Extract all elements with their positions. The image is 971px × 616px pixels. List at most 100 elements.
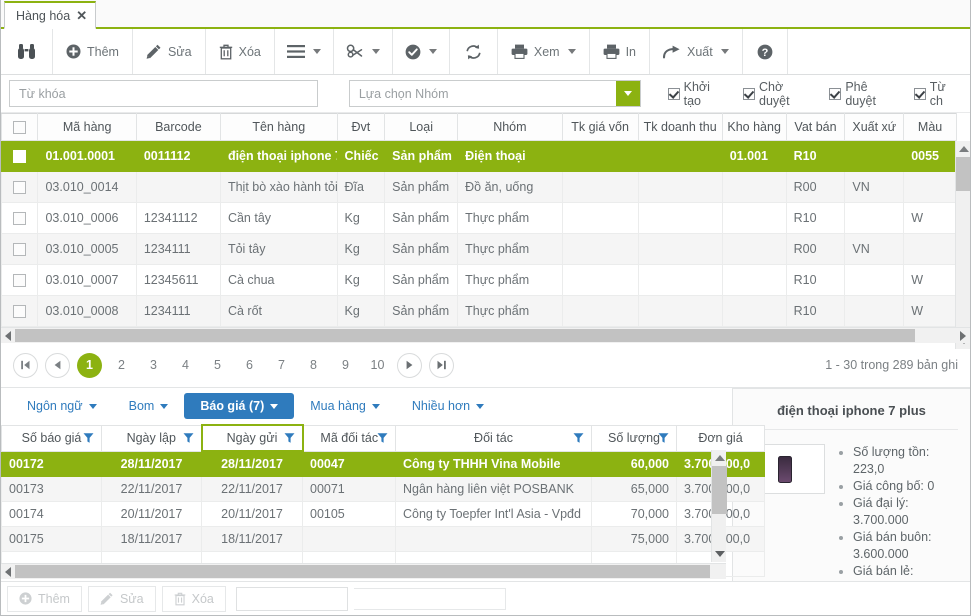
approve-button[interactable] [393,29,450,74]
page-next-button[interactable] [397,352,422,378]
table-row[interactable]: 03.010_0014 Thịt bò xào hành tỏi Đĩa Sản… [1,171,957,203]
checkbox-box[interactable] [667,87,680,100]
col-nhom[interactable]: Nhóm [457,113,563,141]
filter-icon[interactable] [377,433,388,444]
scroll-left-icon[interactable] [1,566,15,577]
checkbox-box[interactable] [743,87,755,100]
col-ma-doi-tac[interactable]: Mã đối tác [302,424,396,452]
grid-vertical-scrollbar[interactable] [955,141,970,349]
scroll-right-icon[interactable] [956,330,970,341]
page-prev-button[interactable] [45,352,70,378]
page-3[interactable]: 3 [141,353,166,378]
scroll-up-icon[interactable] [956,141,970,157]
keyword-input[interactable]: Từ khóa [9,80,318,107]
row-checkbox-cell[interactable] [1,171,39,203]
bottom-input-left[interactable] [235,586,348,611]
col-ngay-gui[interactable]: Ngày gửi [200,424,304,452]
row-checkbox-cell[interactable] [1,233,39,265]
checkbox-box[interactable] [913,87,926,100]
quotes-horizontal-scrollbar[interactable] [1,563,726,579]
col-don-gia[interactable]: Đơn giá [676,424,765,452]
hscroll-thumb[interactable] [15,565,710,578]
view-button[interactable]: Xem [498,29,590,74]
col-tk-doanh-thu[interactable]: Tk doanh thu [637,113,723,141]
subtab-mua-hang[interactable]: Mua hàng [294,393,396,419]
col-ten-hang[interactable]: Tên hàng [219,113,338,141]
page-4[interactable]: 4 [173,353,198,378]
col-ma-hang[interactable]: Mã hàng [37,113,137,141]
checkbox-phe-duyet[interactable]: Phê duyệt [829,80,900,108]
page-9[interactable]: 9 [333,353,358,378]
table-row[interactable]: 03.010_0005 1234111 Tỏi tây Kg Sản phẩm … [1,233,957,265]
filter-icon[interactable] [573,433,584,444]
table-row[interactable]: 00174 20/11/2017 20/11/2017 00105 Công t… [1,500,765,527]
table-row[interactable]: 01.001.0001 0011112 điện thoại iphone 7 … [1,140,957,172]
row-checkbox[interactable] [13,181,27,195]
scroll-down-icon[interactable] [712,546,727,562]
col-so-luong[interactable]: Số lượng [591,424,677,452]
checkbox-tu-choi[interactable]: Từ ch [913,80,962,108]
filter-icon[interactable] [183,433,194,444]
scroll-up-icon[interactable] [712,450,727,466]
bottom-add-button[interactable]: Thêm [7,585,82,612]
subtab-nhieu-hon[interactable]: Nhiều hơn [396,393,500,419]
col-barcode[interactable]: Barcode [135,113,221,141]
row-checkbox[interactable] [13,212,27,226]
col-xuat-xu[interactable]: Xuất xứ [844,113,905,141]
row-checkbox[interactable] [13,305,27,319]
row-checkbox[interactable] [13,150,27,164]
row-checkbox-cell[interactable] [1,264,39,296]
menu-button[interactable] [275,29,334,74]
scroll-thumb[interactable] [956,157,970,191]
tab-hang-hoa[interactable]: Hàng hóa ✕ [4,1,97,29]
print-button[interactable]: In [590,29,651,74]
refresh-button[interactable] [450,29,498,74]
add-button[interactable]: Thêm [53,29,133,74]
page-6[interactable]: 6 [237,353,262,378]
select-all-checkbox-cell[interactable] [1,113,39,141]
grid-horizontal-scrollbar[interactable] [1,327,970,343]
col-loai[interactable]: Loại [384,113,459,141]
help-button[interactable]: ? [743,29,788,74]
table-row[interactable]: 03.010_0006 12341112 Cần tây Kg Sản phẩm… [1,202,957,234]
bottom-input-right[interactable] [353,587,506,610]
col-mau[interactable]: Màu [903,113,957,141]
col-vat-ban[interactable]: Vat bán [785,113,846,141]
page-7[interactable]: 7 [269,353,294,378]
subtab-bom[interactable]: Bom [113,393,185,419]
edit-button[interactable]: Sửa [133,29,206,74]
col-kho-hang[interactable]: Kho hàng [721,113,787,141]
search-button[interactable] [1,29,53,74]
page-8[interactable]: 8 [301,353,326,378]
checkbox-cho-duyet[interactable]: Chờ duyệt [743,80,816,108]
table-row[interactable]: 00173 22/11/2017 22/11/2017 00071 Ngân h… [1,475,765,502]
bottom-edit-button[interactable]: Sửa [87,585,156,612]
page-5[interactable]: 5 [205,353,230,378]
export-button[interactable]: Xuất [650,29,743,74]
subtab-bao-gia[interactable]: Báo giá (7) [184,393,295,419]
close-icon[interactable]: ✕ [76,9,87,22]
link-button[interactable] [334,29,393,74]
col-tk-gia-von[interactable]: Tk giá vốn [561,113,639,141]
table-row[interactable]: 00175 18/11/2017 18/11/2017 75,000 3.700… [1,525,765,552]
row-checkbox-cell[interactable] [1,202,39,234]
filter-icon[interactable] [284,433,295,444]
filter-icon[interactable] [658,433,669,444]
scroll-thumb[interactable] [712,466,727,514]
group-select[interactable]: Lựa chọn Nhóm [348,80,641,107]
delete-button[interactable]: Xóa [206,29,275,74]
page-first-button[interactable] [13,352,38,378]
table-row[interactable]: 00172 28/11/2017 28/11/2017 00047 Công t… [1,450,765,477]
select-all-checkbox[interactable] [13,121,27,135]
table-row[interactable]: 03.010_0008 1234111 Cà rốt Kg Sản phẩm T… [1,295,957,327]
bottom-delete-button[interactable]: Xóa [161,585,226,612]
page-last-button[interactable] [429,352,454,378]
col-dvt[interactable]: Đvt [336,113,386,141]
filter-icon[interactable] [83,433,94,444]
hscroll-thumb[interactable] [15,329,915,342]
quotes-vertical-scrollbar[interactable] [711,450,727,562]
page-1[interactable]: 1 [77,352,102,378]
subtab-ngon-ngu[interactable]: Ngôn ngữ [11,393,113,419]
page-10[interactable]: 10 [365,353,390,378]
col-ngay-lap[interactable]: Ngày lập [101,424,202,452]
